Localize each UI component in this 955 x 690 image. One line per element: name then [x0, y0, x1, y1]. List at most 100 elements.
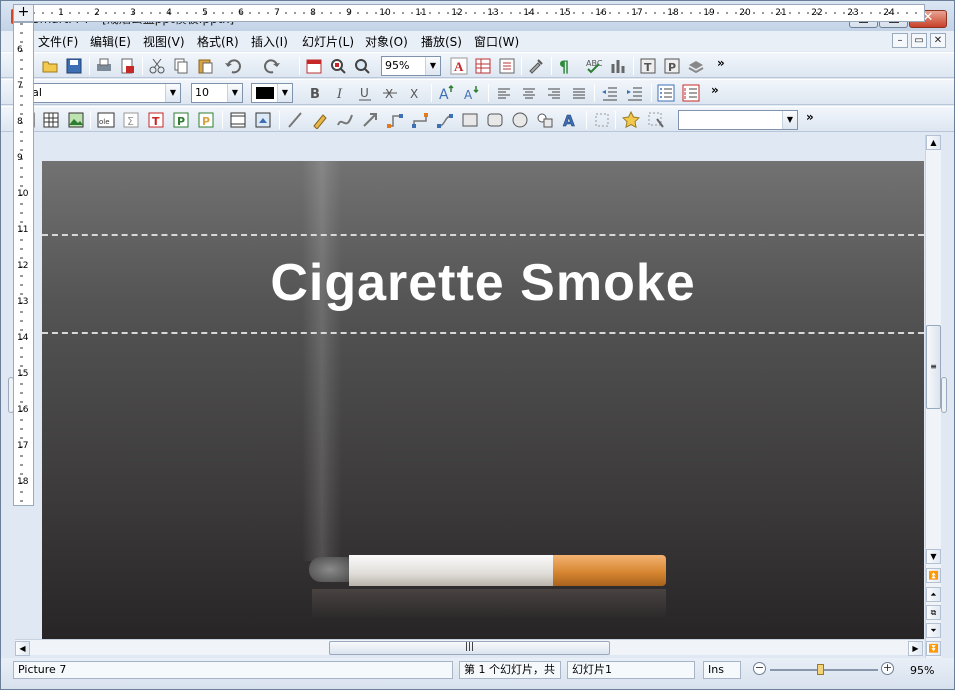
zoom-region-icon[interactable] [329, 57, 347, 75]
text-box-icon[interactable]: T [639, 57, 657, 75]
print-icon[interactable] [95, 57, 113, 75]
left-pane-grip[interactable] [8, 377, 14, 413]
right-pane-grip[interactable] [941, 377, 947, 413]
image-icon[interactable] [67, 111, 85, 129]
chevron-down-icon[interactable]: ▼ [277, 84, 292, 102]
freehand-tool-icon[interactable] [311, 111, 329, 129]
undo-icon[interactable] [224, 57, 242, 75]
scroll-right-button[interactable]: ▶ [908, 641, 923, 656]
toolbar-overflow-chevron[interactable]: » [717, 56, 725, 70]
font-color-icon[interactable]: A [450, 57, 468, 75]
menu-play[interactable]: 播放(S) [421, 33, 462, 50]
redo-icon[interactable] [263, 57, 281, 75]
zoom-select[interactable]: 95% ▼ [381, 56, 441, 76]
layers-icon[interactable] [687, 57, 705, 75]
slide-canvas[interactable]: Cigarette Smoke [42, 161, 924, 639]
text-frame-icon[interactable]: T [147, 111, 165, 129]
insert-table-icon[interactable] [474, 57, 492, 75]
formula-icon[interactable]: Σ [122, 111, 140, 129]
scroll-down-button[interactable]: ▼ [926, 549, 941, 564]
align-center-icon[interactable] [520, 84, 538, 102]
increase-font-icon[interactable]: A [438, 84, 456, 102]
shape-style-select[interactable]: ▼ [678, 110, 798, 130]
custom-animation-icon[interactable] [647, 111, 665, 129]
menu-view[interactable]: 视图(V) [143, 33, 185, 50]
slide-title[interactable]: Cigarette Smoke [42, 253, 924, 313]
chevron-down-icon[interactable]: ▼ [227, 84, 242, 102]
first-slide-button[interactable]: ⏫ [926, 568, 941, 583]
media-icon[interactable] [229, 111, 247, 129]
ellipse-tool-icon[interactable] [511, 111, 529, 129]
font-size-select[interactable]: 10 ▼ [191, 83, 243, 103]
horizontal-scroll-thumb[interactable]: ||| [329, 641, 610, 655]
numbered-list-icon[interactable] [682, 84, 700, 102]
font-name-select[interactable]: Arial▼ [13, 83, 181, 103]
menu-file[interactable]: 文件(F) [38, 33, 78, 50]
menu-format[interactable]: 格式(R) [197, 33, 239, 50]
text-color-picker[interactable]: ▼ [251, 83, 293, 103]
placeholder-frame-icon[interactable]: P [197, 111, 215, 129]
menu-object[interactable]: 对象(O) [365, 33, 408, 50]
zoom-out-button[interactable]: − [753, 662, 766, 675]
rounded-rect-tool-icon[interactable] [486, 111, 504, 129]
format-painter-icon[interactable] [527, 57, 545, 75]
bullet-list-icon[interactable] [657, 84, 675, 102]
menu-slide[interactable]: 幻灯片(L) [302, 33, 354, 50]
picture-frame-icon[interactable]: P [172, 111, 190, 129]
strikethrough-icon[interactable]: X [381, 84, 399, 102]
export-pdf-icon[interactable] [118, 57, 136, 75]
open-folder-icon[interactable] [41, 57, 59, 75]
outline-list-icon[interactable] [498, 57, 516, 75]
chevron-down-icon[interactable]: ▼ [165, 84, 180, 102]
vertical-scrollbar[interactable]: ▲ ≡ ▼ ⏫ ⏶ ⧉ ⏷ ⏬ [925, 135, 941, 658]
cigarette-picture[interactable] [309, 553, 666, 587]
zoom-slider-track[interactable] [770, 669, 878, 671]
vertical-ruler[interactable]: 6 7 8 9 10 11 12 13 14 15 16 17 18 [13, 22, 34, 506]
mdi-restore-button[interactable]: ▭ [911, 33, 927, 48]
connector-tool-icon[interactable] [386, 111, 404, 129]
increase-indent-icon[interactable] [626, 84, 644, 102]
last-slide-button[interactable]: ⏬ [926, 641, 941, 656]
save-icon[interactable] [65, 57, 83, 75]
scroll-up-button[interactable]: ▲ [926, 135, 941, 150]
rectangle-tool-icon[interactable] [461, 111, 479, 129]
horizontal-ruler[interactable]: 1 2 3 4 5 6 7 8 9 10 11 12 13 14 15 16 17 18 19 20 21 22 23 24 [13, 4, 925, 22]
zoom-in-button[interactable]: + [881, 662, 894, 675]
menu-edit[interactable]: 编辑(E) [90, 33, 131, 50]
star-effects-icon[interactable] [622, 111, 640, 129]
decrease-font-icon[interactable]: A [463, 84, 481, 102]
clear-format-icon[interactable]: X [406, 84, 424, 102]
picture-icon[interactable]: P [663, 57, 681, 75]
shapes-icon[interactable] [536, 111, 554, 129]
decrease-indent-icon[interactable] [601, 84, 619, 102]
vertical-scroll-thumb[interactable]: ≡ [926, 325, 941, 409]
calendar-insert-icon[interactable] [305, 57, 323, 75]
scroll-left-button[interactable]: ◀ [15, 641, 30, 656]
group-icon[interactable] [593, 111, 611, 129]
mdi-close-button[interactable]: ✕ [930, 33, 946, 48]
zoom-icon[interactable] [353, 57, 371, 75]
toolbar-overflow-chevron[interactable]: » [711, 83, 719, 97]
justify-icon[interactable] [570, 84, 588, 102]
underline-icon[interactable]: U [356, 84, 374, 102]
menu-insert[interactable]: 插入(I) [251, 33, 288, 50]
table-icon[interactable] [42, 111, 60, 129]
spell-check-icon[interactable]: ABC [585, 57, 603, 75]
next-slide-button[interactable]: ⏷ [926, 623, 941, 638]
ole-object-icon[interactable]: ole [97, 111, 115, 129]
slide-sorter-button[interactable]: ⧉ [926, 605, 941, 620]
paste-icon[interactable] [196, 57, 214, 75]
align-right-icon[interactable] [545, 84, 563, 102]
arrow-tool-icon[interactable] [361, 111, 379, 129]
bold-icon[interactable]: B [306, 84, 324, 102]
copy-icon[interactable] [172, 57, 190, 75]
line-tool-icon[interactable] [286, 111, 304, 129]
chevron-down-icon[interactable]: ▼ [425, 57, 440, 75]
ruler-corner-crosshair-icon[interactable]: + [13, 4, 34, 22]
screen-capture-icon[interactable] [254, 111, 272, 129]
wordart-icon[interactable]: A [561, 111, 579, 129]
status-insert-mode[interactable]: Ins [703, 661, 741, 679]
previous-slide-button[interactable]: ⏶ [926, 587, 941, 602]
curved-connector-icon[interactable] [436, 111, 454, 129]
cut-icon[interactable] [148, 57, 166, 75]
